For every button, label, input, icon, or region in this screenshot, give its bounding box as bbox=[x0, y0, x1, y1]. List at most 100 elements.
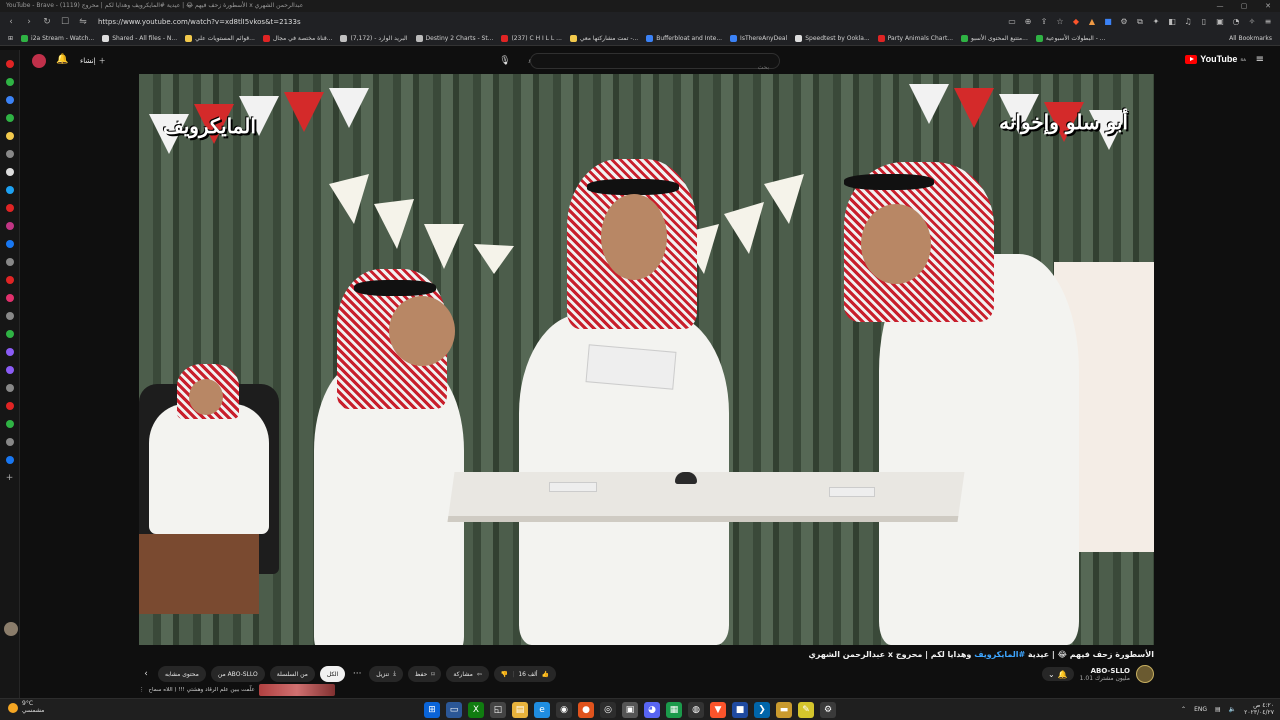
menu-dots-icon[interactable]: ⋮ bbox=[139, 687, 145, 693]
sidebar-toggle-icon[interactable]: ▯ bbox=[1198, 15, 1210, 28]
brave-icon[interactable]: ▼ bbox=[710, 702, 726, 718]
sidebar-app-icon[interactable] bbox=[5, 276, 14, 284]
back-icon[interactable]: ‹ bbox=[4, 15, 18, 29]
task-view-icon[interactable]: ▭ bbox=[446, 702, 462, 718]
more-actions-icon[interactable]: ··· bbox=[350, 666, 364, 682]
sidebar-app-icon[interactable] bbox=[5, 222, 14, 230]
bookmark-page-icon[interactable]: ☐ bbox=[58, 15, 72, 29]
bookmark-item[interactable]: IsThereAnyDeal bbox=[730, 35, 787, 42]
youtube-logo[interactable]: YouTube SA bbox=[1185, 54, 1246, 64]
zoom-icon[interactable]: ⊕ bbox=[1022, 15, 1034, 28]
sidebar-app-icon[interactable] bbox=[5, 438, 14, 446]
bookmark-item[interactable]: i2a Stream - Watch... bbox=[21, 35, 94, 42]
star-icon[interactable]: ☆ bbox=[1054, 15, 1066, 28]
sidebar-app-icon[interactable] bbox=[5, 366, 14, 374]
puzzle-icon[interactable]: ◧ bbox=[1166, 15, 1178, 28]
volume-icon[interactable]: 🔈 bbox=[1229, 706, 1236, 713]
hashtag-link[interactable]: #المايكرويف bbox=[974, 650, 1025, 659]
bookmark-item[interactable]: Speedtest by Ookla... bbox=[795, 35, 870, 42]
sidebar-app-icon[interactable] bbox=[5, 456, 14, 464]
download-button[interactable]: تنزيل ⤓ bbox=[369, 666, 403, 682]
share-button[interactable]: مشاركة ⇦ bbox=[446, 666, 489, 682]
sidebar-app-icon[interactable] bbox=[5, 312, 14, 320]
discord-icon[interactable]: ◕ bbox=[644, 702, 660, 718]
chip-series[interactable]: من السلسلة bbox=[269, 666, 315, 682]
account-avatar[interactable] bbox=[32, 54, 46, 68]
sidebar-app-icon[interactable] bbox=[5, 168, 14, 176]
tray-chevron-icon[interactable]: ⌃ bbox=[1181, 706, 1186, 713]
sidebar-app-icon[interactable] bbox=[5, 60, 14, 68]
file-explorer-icon[interactable]: ▤ bbox=[512, 702, 528, 718]
channel-name[interactable]: ABO-SLLO bbox=[1080, 667, 1130, 675]
chip-from-channel[interactable]: من ABO-SLLO bbox=[210, 666, 265, 682]
related-thumbnail[interactable] bbox=[258, 684, 335, 696]
search-box[interactable] bbox=[530, 53, 780, 75]
vpn-icon[interactable]: ◔ bbox=[1230, 15, 1242, 28]
sidebar-app-icon[interactable] bbox=[5, 186, 14, 194]
network-icon[interactable]: ▤ bbox=[1215, 706, 1221, 713]
start-icon[interactable]: ⊞ bbox=[424, 702, 440, 718]
screen-share-icon[interactable]: ▭ bbox=[1006, 15, 1018, 28]
channel-avatar[interactable] bbox=[1136, 665, 1154, 683]
reload-icon[interactable]: ↻ bbox=[40, 15, 54, 29]
camera-icon[interactable]: ◉ bbox=[556, 702, 572, 718]
sidebar-app-icon[interactable] bbox=[5, 348, 14, 356]
settings-icon[interactable]: ⚙ bbox=[820, 702, 836, 718]
sidebar-app-icon[interactable] bbox=[5, 384, 14, 392]
chip-all[interactable]: الكل bbox=[319, 666, 346, 682]
folder-icon[interactable]: ▬ bbox=[776, 702, 792, 718]
bookmark-item[interactable]: Bufferbloat and Inte... bbox=[646, 35, 722, 42]
bookmark-item[interactable]: تمت مشاركتها معي -... bbox=[569, 35, 638, 42]
leo-icon[interactable]: ✧ bbox=[1246, 15, 1258, 28]
site-info-icon[interactable]: ⇋ bbox=[76, 15, 90, 29]
extension-icon-2[interactable]: ⚙ bbox=[1118, 15, 1130, 28]
share-icon[interactable]: ⇪ bbox=[1038, 15, 1050, 28]
bookmark-item[interactable]: البطولات الأسبوعية - ... bbox=[1035, 35, 1106, 42]
address-bar[interactable]: https://www.youtube.com/watch?v=xd8tlI5v… bbox=[98, 18, 301, 26]
chips-prev-icon[interactable]: ‹ bbox=[139, 666, 153, 682]
language-indicator[interactable]: ENG bbox=[1194, 706, 1207, 713]
sidebar-app-icon[interactable] bbox=[5, 240, 14, 248]
sidebar-profile-avatar[interactable] bbox=[4, 622, 18, 636]
extensions-icon[interactable]: ✦ bbox=[1150, 15, 1162, 28]
sidebar-app-icon[interactable] bbox=[5, 96, 14, 104]
bitwarden-icon[interactable]: ■ bbox=[732, 702, 748, 718]
bookmark-item[interactable]: قوائم المستويات علي... bbox=[185, 35, 255, 42]
video-player[interactable]: المايكرويف أبو سلو وإخوانه bbox=[139, 74, 1154, 645]
firefox-icon[interactable]: ● bbox=[578, 702, 594, 718]
sidebar-add-icon[interactable]: + bbox=[6, 474, 14, 483]
brave-shield-icon[interactable]: ◆ bbox=[1070, 15, 1082, 28]
notifications-icon[interactable]: 🔔 bbox=[56, 54, 70, 68]
clock[interactable]: ٤:٢٠ ص ٢٠٢٣/٠٤/٢٧ bbox=[1244, 702, 1274, 716]
bookmark-item[interactable]: Shared - All files - N... bbox=[102, 35, 177, 42]
chrome-icon[interactable]: ◍ bbox=[688, 702, 704, 718]
media-icon[interactable]: ♫ bbox=[1182, 15, 1194, 28]
sidebar-app-icon[interactable] bbox=[5, 402, 14, 410]
chip-related[interactable]: محتوى مشابه bbox=[158, 666, 206, 682]
sidebar-app-icon[interactable] bbox=[5, 294, 14, 302]
search-input[interactable] bbox=[531, 61, 779, 75]
sidebar-app-icon[interactable] bbox=[5, 150, 14, 158]
extension-icon-1[interactable]: ■ bbox=[1102, 15, 1114, 28]
maximize-icon[interactable]: ▢ bbox=[1232, 0, 1256, 12]
bookmark-item[interactable]: Party Animals Chart... bbox=[877, 35, 953, 42]
bookmark-item[interactable]: البريد الوارد - (7,172) bbox=[340, 35, 408, 42]
wallet-icon[interactable]: ▣ bbox=[1214, 15, 1226, 28]
obs-icon[interactable]: ◎ bbox=[600, 702, 616, 718]
voice-search-icon[interactable]: 🎙 bbox=[497, 53, 513, 69]
widgets-icon[interactable]: ◱ bbox=[490, 702, 506, 718]
forward-icon[interactable]: › bbox=[22, 15, 36, 29]
menu-icon[interactable]: ≡ bbox=[1262, 15, 1274, 28]
sidebar-app-icon[interactable] bbox=[5, 204, 14, 212]
box-icon[interactable]: ▣ bbox=[622, 702, 638, 718]
notes-icon[interactable]: ✎ bbox=[798, 702, 814, 718]
apps-icon[interactable]: ⊞ bbox=[8, 35, 13, 42]
photos-icon[interactable]: ▦ bbox=[666, 702, 682, 718]
save-button[interactable]: حفظ ⌑ bbox=[407, 666, 442, 682]
sidebar-app-icon[interactable] bbox=[5, 78, 14, 86]
sidebar-app-icon[interactable] bbox=[5, 114, 14, 122]
weather-widget[interactable]: 9°C مشمسي bbox=[8, 700, 44, 714]
edge-icon[interactable]: e bbox=[534, 702, 550, 718]
related-strip[interactable]: علّمت ببين علم الرقاد وهشتي !!! ( اللاه … bbox=[139, 684, 335, 696]
vscode-icon[interactable]: ❯ bbox=[754, 702, 770, 718]
